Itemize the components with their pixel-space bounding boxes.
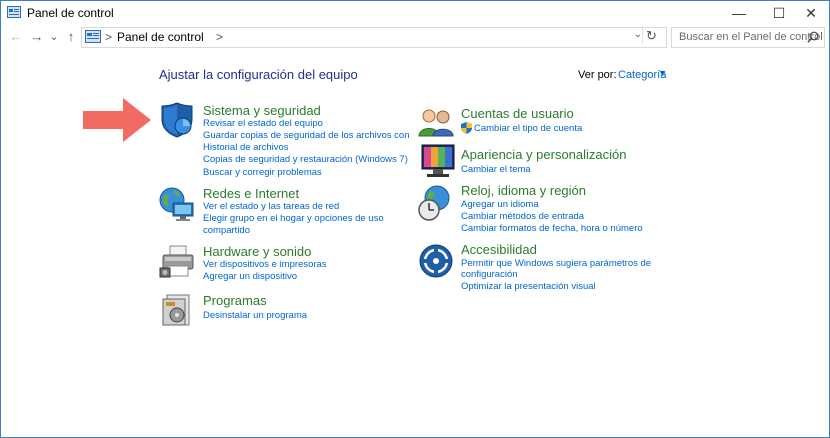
uac-shield-icon	[461, 122, 472, 134]
navigation-bar: ← → ⌄ ↑ > Panel de control > ⌄ ↻ Buscar …	[1, 25, 829, 49]
category-title-system-security[interactable]: Sistema y seguridad	[203, 103, 321, 118]
appearance-monitor-icon[interactable]	[418, 143, 456, 179]
address-dropdown-icon[interactable]: ⌄	[634, 29, 642, 40]
address-bar[interactable]: > Panel de control > ⌄ ↻	[81, 27, 667, 48]
category-title-hardware-sound[interactable]: Hardware y sonido	[203, 244, 311, 259]
page-title: Ajustar la configuración del equipo	[159, 67, 358, 82]
link-network-status[interactable]: Ver el estado y las tareas de red	[203, 201, 339, 213]
recent-locations-button[interactable]: ⌄	[45, 25, 63, 49]
up-button[interactable]: ↑	[62, 25, 80, 49]
link-troubleshoot[interactable]: Buscar y corregir problemas	[203, 167, 322, 179]
link-homegroup[interactable]: Elegir grupo en el hogar y opciones de u…	[203, 213, 384, 225]
window-title: Panel de control	[27, 6, 114, 20]
users-icon[interactable]	[417, 107, 455, 137]
close-button[interactable]: ✕	[793, 1, 829, 25]
accessibility-icon[interactable]	[418, 243, 454, 279]
maximize-button[interactable]: ☐	[761, 1, 797, 25]
link-change-theme[interactable]: Cambiar el tema	[461, 164, 531, 176]
control-panel-icon	[7, 6, 21, 18]
link-date-time-formats[interactable]: Cambiar formatos de fecha, hora o número	[461, 223, 643, 235]
link-change-account-type[interactable]: Cambiar el tipo de cuenta	[474, 123, 582, 135]
category-title-clock-region[interactable]: Reloj, idioma y región	[461, 183, 586, 198]
breadcrumb-separator[interactable]: >	[216, 30, 223, 44]
link-add-device[interactable]: Agregar un dispositivo	[203, 271, 297, 283]
forward-button[interactable]: →	[28, 25, 46, 49]
link-devices-printers[interactable]: Ver dispositivos e impresoras	[203, 259, 327, 271]
title-bar: Panel de control — ☐ ✕	[1, 1, 829, 25]
category-title-accessibility[interactable]: Accesibilidad	[461, 242, 537, 257]
category-title-user-accounts[interactable]: Cuentas de usuario	[461, 106, 574, 121]
refresh-button[interactable]: ↻	[642, 28, 662, 44]
view-by-label: Ver por:	[578, 69, 617, 81]
back-button[interactable]: ←	[7, 25, 25, 49]
breadcrumb-control-panel[interactable]: Panel de control	[117, 30, 204, 44]
minimize-button[interactable]: —	[721, 1, 757, 25]
clock-globe-icon[interactable]	[417, 184, 455, 222]
link-add-language[interactable]: Agregar un idioma	[461, 199, 539, 211]
printer-icon[interactable]	[158, 244, 196, 280]
view-by-caret-icon[interactable]: ▼	[658, 68, 667, 78]
category-title-appearance[interactable]: Apariencia y personalización	[461, 147, 626, 162]
link-check-status[interactable]: Revisar el estado del equipo	[203, 118, 323, 130]
network-globe-icon[interactable]	[158, 186, 196, 222]
link-file-history[interactable]: Historial de archivos	[203, 142, 289, 154]
link-homegroup-shared[interactable]: compartido	[203, 225, 250, 237]
control-panel-icon	[85, 30, 101, 43]
link-suggest-settings-config[interactable]: configuración	[461, 269, 518, 281]
category-title-programs[interactable]: Programas	[203, 293, 267, 308]
link-backup-restore[interactable]: Copias de seguridad y restauración (Wind…	[203, 154, 408, 166]
category-title-network-internet[interactable]: Redes e Internet	[203, 186, 299, 201]
link-input-methods[interactable]: Cambiar métodos de entrada	[461, 211, 584, 223]
search-box[interactable]: Buscar en el Panel de control	[671, 27, 825, 48]
programs-icon[interactable]	[161, 293, 193, 327]
arrow-annotation	[83, 98, 151, 142]
link-backup-files[interactable]: Guardar copias de seguridad de los archi…	[203, 130, 409, 142]
search-input[interactable]: Buscar en el Panel de control	[679, 31, 823, 43]
link-optimize-display[interactable]: Optimizar la presentación visual	[461, 281, 596, 293]
shield-icon[interactable]	[159, 102, 195, 138]
breadcrumb-separator[interactable]: >	[105, 30, 112, 44]
control-panel-window: Panel de control — ☐ ✕ ← → ⌄ ↑ > Panel d…	[0, 0, 830, 438]
link-uninstall-program[interactable]: Desinstalar un programa	[203, 310, 307, 322]
search-icon[interactable]	[807, 31, 819, 43]
